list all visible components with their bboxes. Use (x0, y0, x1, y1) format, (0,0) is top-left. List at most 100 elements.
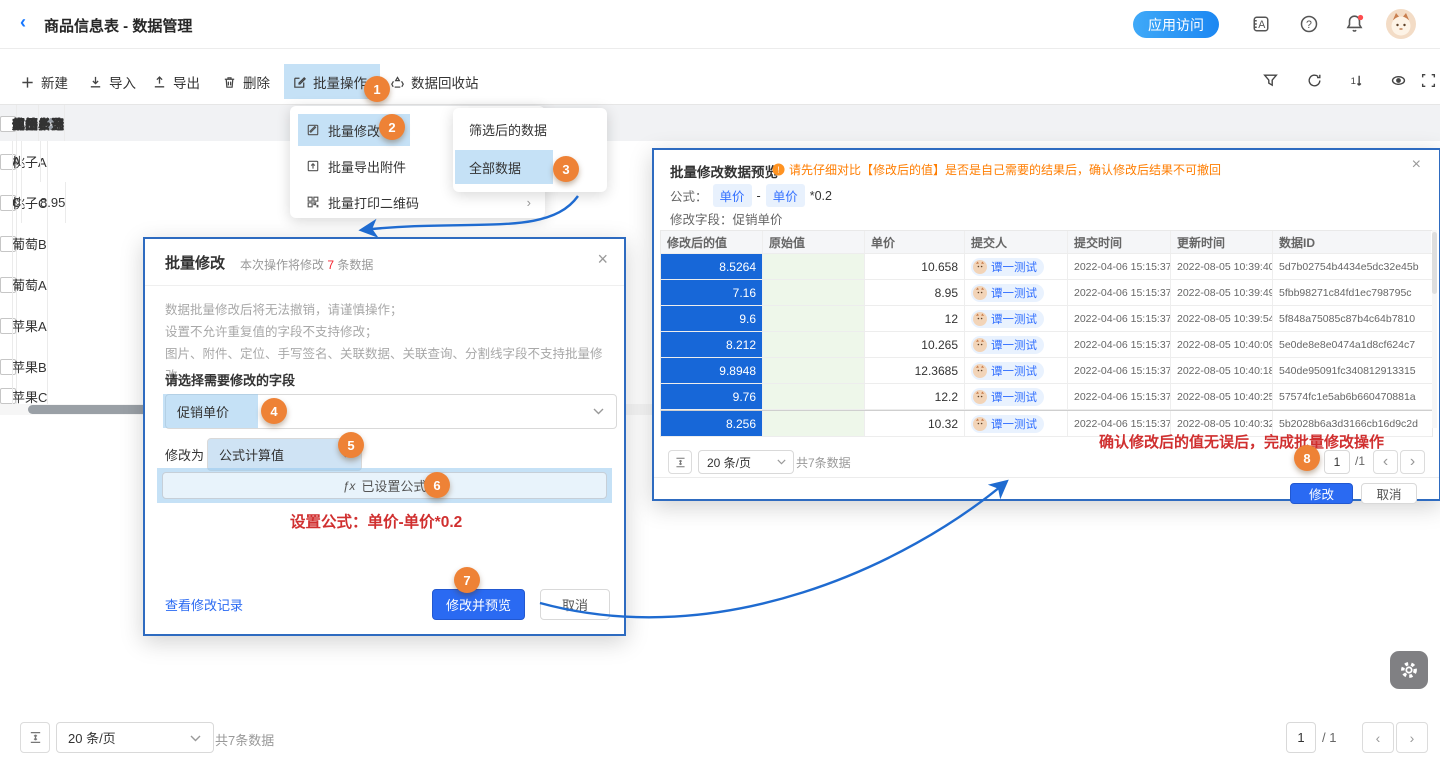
back-icon[interactable]: ‹ (20, 12, 26, 33)
row-height-button[interactable] (668, 450, 692, 474)
user-avatar-icon (973, 286, 987, 300)
formula-field-chip: 单价 (766, 184, 805, 207)
qr-code-icon (306, 195, 320, 209)
user-avatar-icon (973, 390, 987, 404)
submit-time-cell: 2022-04-06 15:15:37 (1068, 306, 1171, 331)
preview-scrollbar-track[interactable] (1432, 230, 1437, 428)
batch-edit-modal: 批量修改 本次操作将修改 7 条数据 × 数据批量修改后将无法撤销，请谨慎操作；… (143, 237, 626, 636)
app-access-button[interactable]: 应用访问 (1133, 11, 1219, 38)
svg-text:!: ! (777, 164, 779, 174)
submitter-cell: 谭一测试 (965, 254, 1068, 279)
preview-scrollbar-thumb[interactable] (1432, 232, 1437, 294)
unit-price-cell: 10.265 (865, 332, 965, 357)
settings-fab[interactable] (1390, 651, 1428, 689)
user-avatar-icon (973, 364, 987, 378)
svg-text:A: A (1258, 19, 1266, 31)
submenu-item-filtered-data[interactable]: 筛选后的数据 (461, 112, 599, 146)
batch-edit-submenu: 筛选后的数据 全部数据 (453, 108, 607, 192)
recycle-icon (390, 75, 405, 90)
unit-price-cell: 8.95 (865, 280, 965, 305)
unit-price-cell: 12 (865, 306, 965, 331)
update-time-cell: 2022-08-05 10:39:49 (1171, 280, 1273, 305)
close-icon[interactable]: × (1412, 156, 1421, 174)
preview-row: 9.6 12 谭一测试 2022-04-06 15:15:37 2022-08-… (661, 306, 1432, 332)
modified-field-line: 修改字段：促销单价 (670, 209, 783, 228)
notification-bell-icon[interactable] (1344, 13, 1365, 39)
field-select[interactable]: 促销单价 (165, 394, 617, 429)
preview-page-input[interactable]: 1 (1324, 450, 1350, 474)
original-value-cell (763, 358, 865, 383)
step-badge-4: 4 (261, 398, 287, 424)
confirm-annotation: 确认修改后的值无误后，完成批量修改操作 (1099, 431, 1384, 452)
table-header-row: 商品名称 规格 单价 促销单价 出厂日期 成员单选 成员多选 部门单选 部门多选 (0, 104, 1440, 143)
formula-set-button[interactable]: ƒx 已设置公式 (162, 472, 607, 499)
preview-warning: ! 请先仔细对比【修改后的值】是否是自己需要的结果后，确认修改后结果不可撤回 (772, 161, 1221, 178)
new-button[interactable]: 新建 (20, 66, 68, 98)
step-badge-2: 2 (379, 114, 405, 140)
refresh-icon[interactable] (1306, 72, 1323, 94)
export-button[interactable]: 导出 (152, 66, 200, 98)
recycle-bin-button[interactable]: 数据回收站 (390, 66, 479, 98)
preview-cancel-button[interactable]: 取消 (1361, 483, 1417, 504)
submit-time-cell: 2022-04-06 15:15:37 (1068, 254, 1171, 279)
cell-depts (0, 223, 12, 264)
batch-ops-button[interactable]: 批量操作 (292, 66, 367, 98)
next-page-button[interactable]: › (1396, 722, 1428, 753)
new-value-cell: 9.8948 (661, 358, 763, 383)
unit-price-cell: 10.32 (865, 411, 965, 436)
sort-icon[interactable]: 1 (1348, 72, 1365, 94)
delete-button[interactable]: 删除 (222, 66, 270, 98)
chevron-down-icon (593, 408, 604, 415)
close-icon[interactable]: × (597, 249, 608, 270)
step-badge-6: 6 (424, 472, 450, 498)
new-value-cell: 7.16 (661, 280, 763, 305)
modify-preview-button[interactable]: 修改并预览 (432, 589, 525, 620)
user-chip: 谭一测试 (971, 310, 1044, 328)
row-height-icon (28, 730, 43, 745)
formula-annotation: 设置公式：单价-单价*0.2 (290, 510, 462, 532)
user-chip: 谭一测试 (971, 362, 1044, 380)
modal-title: 批量修改 (165, 252, 225, 273)
cancel-button[interactable]: 取消 (540, 589, 610, 620)
total-count: 共7条数据 (215, 730, 274, 749)
original-value-cell (763, 306, 865, 331)
help-icon[interactable]: ? (1299, 14, 1319, 39)
cell-depts (0, 264, 12, 305)
data-id-cell: 5f848a75085c87b4c64b7810 (1273, 306, 1431, 331)
preview-row: 9.76 12.2 谭一测试 2022-04-06 15:15:37 2022-… (661, 384, 1432, 410)
submit-time-cell: 2022-04-06 15:15:37 (1068, 332, 1171, 357)
step-badge-5: 5 (338, 432, 364, 458)
cell-depts (0, 141, 12, 182)
chevron-down-icon (190, 735, 201, 742)
preview-modify-button[interactable]: 修改 (1290, 483, 1353, 504)
filter-icon[interactable] (1262, 72, 1279, 94)
view-history-link[interactable]: 查看修改记录 (165, 595, 243, 614)
row-height-button[interactable] (20, 722, 50, 753)
visibility-eye-icon[interactable] (1390, 72, 1407, 94)
update-time-cell: 2022-08-05 10:40:25 (1171, 384, 1273, 409)
page-size-select[interactable]: 20 条/页 (56, 722, 214, 753)
app-window: ‹ 商品信息表 - 数据管理 应用访问 A ? 新建 导入 导出 删除 (0, 0, 1440, 757)
preview-footer-divider (654, 477, 1439, 478)
page-input[interactable]: 1 (1286, 722, 1316, 753)
preview-page-size-select[interactable]: 20 条/页 (698, 450, 794, 474)
header-dept-multi[interactable]: 部门多选 (0, 105, 64, 142)
import-button[interactable]: 导入 (88, 66, 136, 98)
row-height-icon (674, 456, 687, 469)
user-chip: 谭一测试 (971, 415, 1044, 433)
avatar[interactable] (1386, 9, 1416, 44)
note-line: 数据批量修改后将无法撤销，请谨慎操作； (165, 299, 624, 321)
preview-prev-page-button[interactable]: ‹ (1373, 450, 1398, 474)
prev-page-button[interactable]: ‹ (1362, 722, 1394, 753)
original-value-cell (763, 280, 865, 305)
submenu-item-all-data[interactable]: 全部数据 (455, 150, 553, 184)
new-value-cell: 9.6 (661, 306, 763, 331)
preview-next-page-button[interactable]: › (1400, 450, 1425, 474)
unit-price-cell: 12.3685 (865, 358, 965, 383)
new-value-cell: 8.5264 (661, 254, 763, 279)
user-chip: 谭一测试 (971, 388, 1044, 406)
translate-icon[interactable]: A (1251, 14, 1271, 39)
svg-text:?: ? (1306, 19, 1312, 31)
page-total: / 1 (1322, 730, 1336, 745)
fullscreen-icon[interactable] (1420, 72, 1437, 94)
